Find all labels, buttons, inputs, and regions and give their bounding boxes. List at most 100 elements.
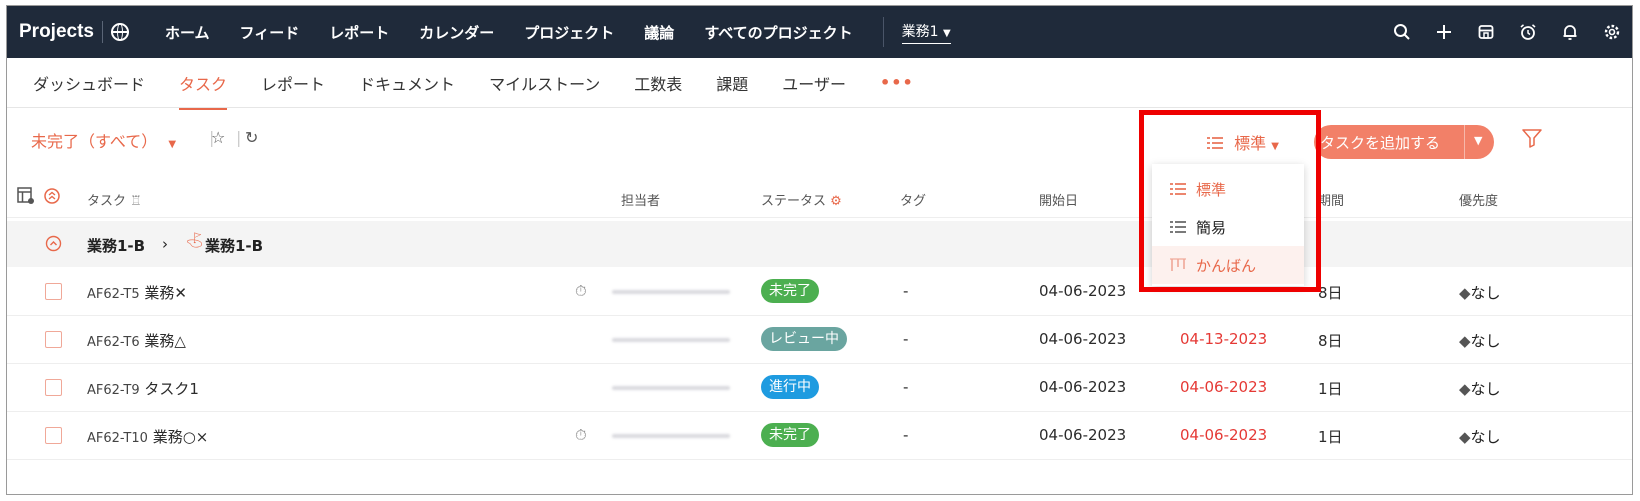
task-checkbox[interactable] xyxy=(45,283,62,300)
nav-calendar[interactable]: カレンダー xyxy=(419,22,494,43)
status-badge[interactable]: レビュー中 xyxy=(761,327,847,351)
store-icon[interactable] xyxy=(1476,22,1496,42)
status-badge[interactable]: 未完了 xyxy=(761,279,819,303)
task-priority-label: なし xyxy=(1470,284,1501,302)
task-start-date[interactable]: 04-06-2023 xyxy=(1039,330,1126,348)
alarm-clock-icon[interactable] xyxy=(1518,22,1538,42)
table-row[interactable]: AF62-T6 業務△ レビュー中 - 04-06-2023 04-13-202… xyxy=(7,316,1632,364)
task-start-date[interactable]: 04-06-2023 xyxy=(1039,378,1126,396)
globe-icon[interactable] xyxy=(110,23,129,41)
tab-tasks[interactable]: タスク xyxy=(179,71,228,110)
filter-funnel-icon[interactable] xyxy=(1522,128,1542,152)
nav-reports[interactable]: レポート xyxy=(329,22,389,43)
top-navigation-bar: Projects ホーム フィード レポート カレンダー プロジェクト 議論 す… xyxy=(7,6,1632,58)
tab-timesheet[interactable]: 工数表 xyxy=(634,71,682,95)
collapse-all-icon[interactable] xyxy=(43,187,61,209)
breadcrumb-chevron-icon: › xyxy=(162,235,168,253)
column-start-date[interactable]: 開始日 xyxy=(1039,190,1078,209)
toolbar-divider: | xyxy=(236,128,242,147)
assignee-redacted[interactable] xyxy=(612,434,730,438)
task-start-date[interactable]: 04-06-2023 xyxy=(1039,426,1126,444)
task-title[interactable]: AF62-T9 タスク1 xyxy=(87,378,199,399)
status-badge[interactable]: 進行中 xyxy=(761,375,819,399)
bell-icon[interactable] xyxy=(1560,22,1580,42)
add-task-label: タスクを追加する xyxy=(1320,133,1441,152)
reminder-icon: ♖ xyxy=(130,194,142,209)
assignee-redacted[interactable] xyxy=(612,290,730,294)
tab-issues[interactable]: 課題 xyxy=(716,71,748,95)
refresh-icon[interactable]: ↻ xyxy=(245,128,258,147)
project-selector[interactable]: 業務1 ▼ xyxy=(901,21,951,44)
task-priority[interactable]: ◆なし xyxy=(1459,378,1501,399)
column-settings-icon[interactable] xyxy=(17,187,35,209)
timer-icon[interactable]: ⏱ xyxy=(575,282,587,300)
task-filter-dropdown[interactable]: 未完了（すべて） ▼ xyxy=(31,128,176,152)
task-priority[interactable]: ◆なし xyxy=(1459,282,1501,303)
add-icon[interactable] xyxy=(1434,22,1454,42)
task-tag[interactable]: - xyxy=(903,426,908,444)
task-tag[interactable]: - xyxy=(903,282,908,300)
tab-dashboard[interactable]: ダッシュボード xyxy=(33,71,145,95)
brand-divider xyxy=(101,21,103,43)
app-window: Projects ホーム フィード レポート カレンダー プロジェクト 議論 す… xyxy=(6,5,1633,495)
task-end-date[interactable]: 04-06-2023 xyxy=(1180,426,1267,444)
column-duration[interactable]: 期間 xyxy=(1318,190,1344,209)
group-child-name[interactable]: 業務1-B xyxy=(205,235,263,256)
task-end-date[interactable]: 04-06-2023 xyxy=(1180,378,1267,396)
more-tabs-button[interactable]: ••• xyxy=(880,73,914,92)
column-status-label: ステータス xyxy=(761,194,827,209)
task-priority-label: なし xyxy=(1470,380,1501,398)
column-priority[interactable]: 優先度 xyxy=(1459,190,1498,209)
app-title: Projects xyxy=(19,21,94,42)
task-list-group[interactable]: 業務1-B › ⛳︎ 業務1-B xyxy=(7,221,1632,267)
task-id: AF62-T5 xyxy=(87,287,140,302)
add-task-options-caret[interactable]: ▼ xyxy=(1474,134,1482,147)
caret-down-icon: ▼ xyxy=(168,139,177,150)
task-priority[interactable]: ◆なし xyxy=(1459,330,1501,351)
task-checkbox[interactable] xyxy=(45,331,62,348)
task-checkbox[interactable] xyxy=(45,427,62,444)
status-badge[interactable]: 未完了 xyxy=(761,423,819,447)
task-title[interactable]: AF62-T6 業務△ xyxy=(87,330,186,351)
task-id: AF62-T6 xyxy=(87,335,140,350)
task-title[interactable]: AF62-T5 業務✕ xyxy=(87,282,187,303)
nav-all-projects[interactable]: すべてのプロジェクト xyxy=(704,22,852,43)
task-table-header: タスク ♖ 担当者 ステータス ⚙ タグ 開始日 期間 優先度 xyxy=(7,178,1632,218)
caret-down-icon: ▼ xyxy=(943,27,951,39)
star-icon[interactable]: ☆ xyxy=(211,128,225,147)
task-priority-label: なし xyxy=(1470,332,1501,350)
table-row[interactable]: AF62-T5 業務✕ ⏱ 未完了 - 04-06-2023 8日 ◆なし xyxy=(7,268,1632,316)
search-icon[interactable] xyxy=(1392,22,1412,42)
nav-discussions[interactable]: 議論 xyxy=(644,22,674,43)
task-start-date[interactable]: 04-06-2023 xyxy=(1039,282,1126,300)
column-status[interactable]: ステータス ⚙ xyxy=(761,190,842,209)
tab-milestones[interactable]: マイルストーン xyxy=(489,71,600,95)
task-id: AF62-T10 xyxy=(87,431,148,446)
table-row[interactable]: AF62-T9 タスク1 進行中 - 04-06-2023 04-06-2023… xyxy=(7,364,1632,412)
assignee-redacted[interactable] xyxy=(612,338,730,342)
task-checkbox[interactable] xyxy=(45,379,62,396)
tab-users[interactable]: ユーザー xyxy=(782,71,846,95)
column-assignee[interactable]: 担当者 xyxy=(621,190,660,209)
task-tag[interactable]: - xyxy=(903,378,908,396)
status-settings-icon[interactable]: ⚙ xyxy=(830,194,842,209)
settings-gear-icon[interactable] xyxy=(1602,22,1622,42)
priority-diamond-icon: ◆ xyxy=(1459,428,1471,446)
task-end-date[interactable]: 04-13-2023 xyxy=(1180,330,1267,348)
timer-icon[interactable]: ⏱ xyxy=(575,426,587,444)
nav-home[interactable]: ホーム xyxy=(165,22,210,43)
project-selector-label: 業務1 xyxy=(901,23,939,40)
collapse-group-icon[interactable] xyxy=(45,235,62,256)
table-row[interactable]: AF62-T10 業務○× ⏱ 未完了 - 04-06-2023 04-06-2… xyxy=(7,412,1632,460)
add-task-button[interactable]: タスクを追加する ▼ xyxy=(1314,125,1494,159)
tab-documents[interactable]: ドキュメント xyxy=(359,71,455,95)
column-tags[interactable]: タグ xyxy=(900,190,926,209)
nav-feed[interactable]: フィード xyxy=(240,22,300,43)
tab-reports[interactable]: レポート xyxy=(261,71,325,95)
column-task[interactable]: タスク ♖ xyxy=(87,190,142,209)
task-title[interactable]: AF62-T10 業務○× xyxy=(87,426,208,447)
task-tag[interactable]: - xyxy=(903,330,908,348)
task-priority[interactable]: ◆なし xyxy=(1459,426,1501,447)
assignee-redacted[interactable] xyxy=(612,386,730,390)
nav-projects[interactable]: プロジェクト xyxy=(524,22,614,43)
